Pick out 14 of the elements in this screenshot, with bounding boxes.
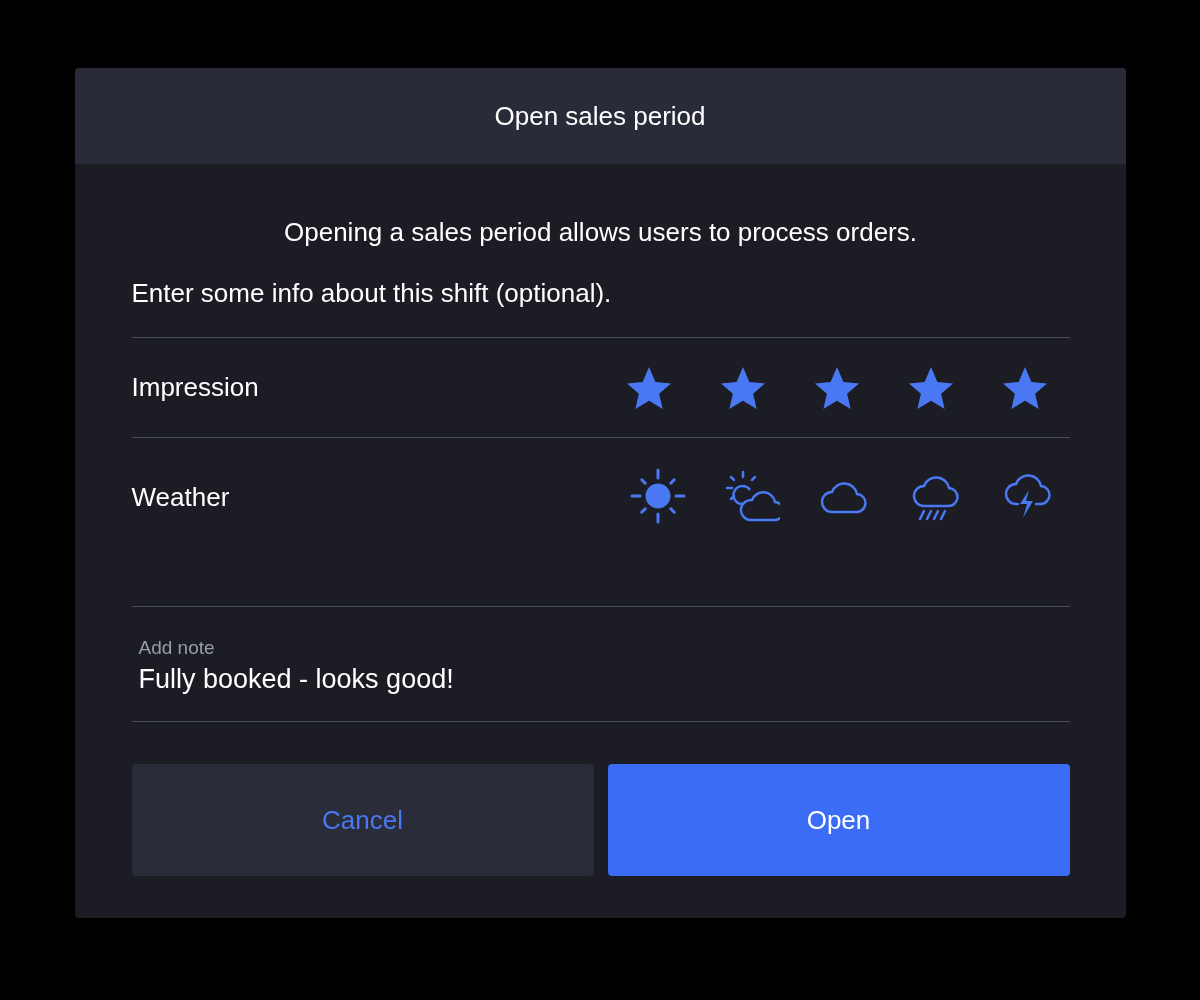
- star-icon[interactable]: [908, 365, 953, 410]
- weather-label: Weather: [131, 482, 230, 513]
- prompt-text: Enter some info about this shift (optional).: [131, 277, 613, 309]
- intro-text: Opening a sales period allows users to process orders.: [283, 216, 918, 248]
- star-icon[interactable]: [626, 365, 671, 410]
- star-icon[interactable]: [1002, 365, 1047, 410]
- primary-button[interactable]: Open: [607, 764, 1070, 876]
- note-label: Add note: [138, 637, 216, 659]
- dialog-title: Open sales period: [494, 100, 706, 132]
- note-field[interactable]: Fully booked - looks good!: [138, 664, 1063, 695]
- star-icon[interactable]: [814, 365, 859, 410]
- impression-label: Impression: [131, 372, 259, 403]
- star-icon[interactable]: [720, 365, 765, 410]
- secondary-button[interactable]: Cancel: [131, 764, 594, 876]
